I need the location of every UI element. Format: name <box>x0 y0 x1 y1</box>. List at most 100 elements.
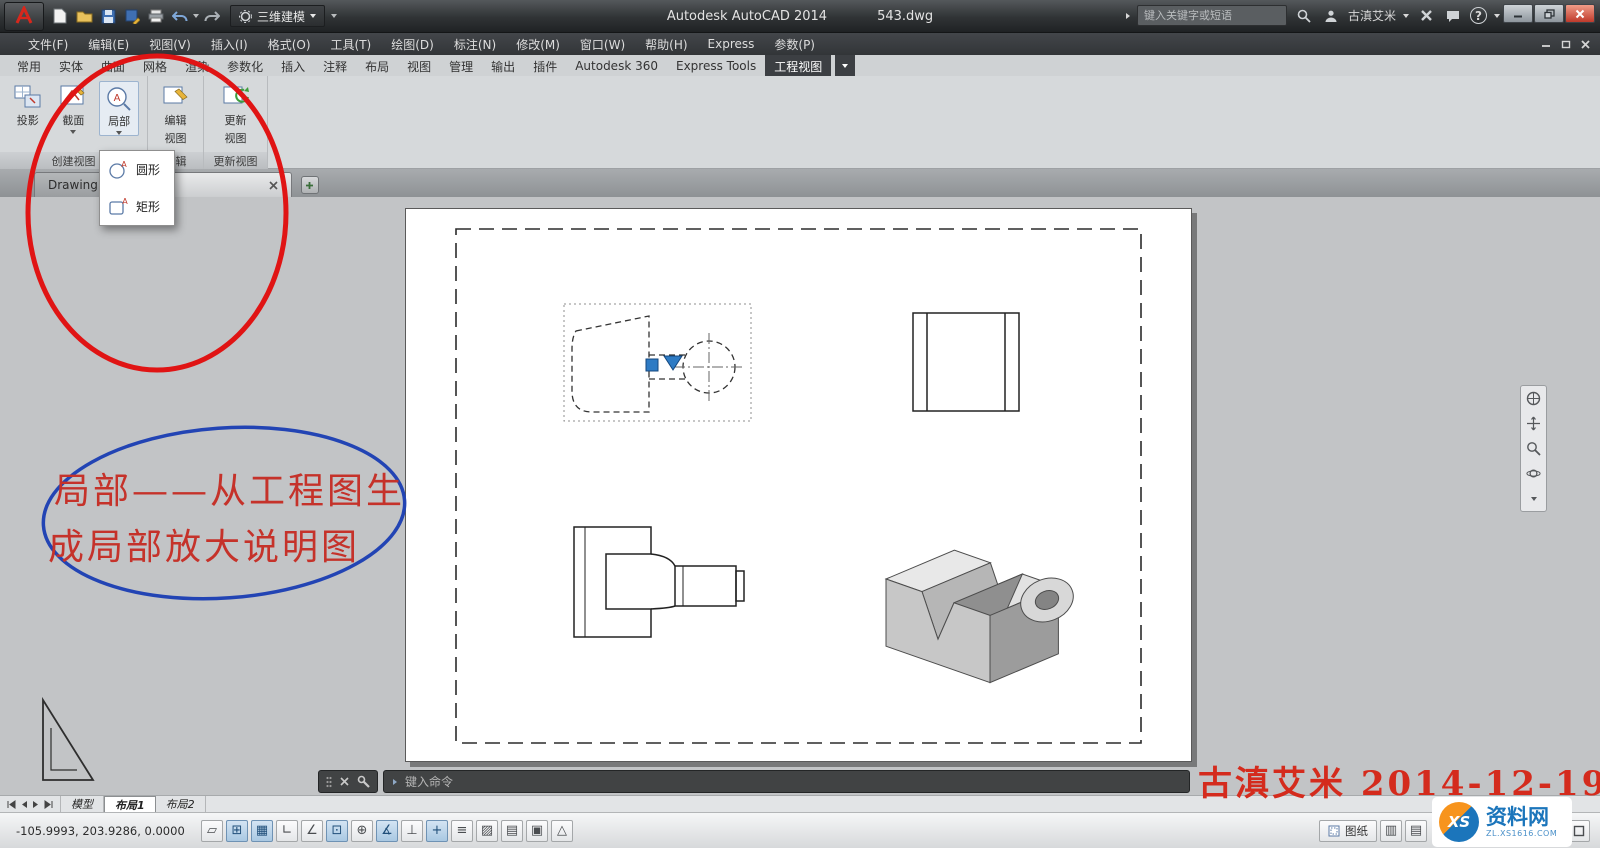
view-side[interactable] <box>574 527 744 637</box>
search-icon[interactable] <box>1294 6 1314 26</box>
undo-caret-icon[interactable] <box>193 14 199 18</box>
quick-view-layouts-button[interactable]: ▥ <box>1380 820 1402 842</box>
detail-circular-option[interactable]: A 圆形 <box>100 151 174 188</box>
new-drawing-tab-button[interactable] <box>301 176 319 194</box>
restore-button[interactable] <box>1534 4 1564 23</box>
new-file-icon[interactable] <box>49 5 71 27</box>
workspace-switcher[interactable]: 三维建模 <box>230 5 325 27</box>
sign-in-user-icon[interactable] <box>1321 6 1341 26</box>
view-top-selected[interactable] <box>564 304 751 421</box>
view-grip-square[interactable] <box>646 359 658 371</box>
paper-model-toggle[interactable]: 图纸 <box>1319 820 1377 842</box>
tab-autodesk360[interactable]: Autodesk 360 <box>566 55 667 76</box>
paper-sheet[interactable] <box>405 208 1192 762</box>
doc-close-icon[interactable] <box>1581 40 1590 49</box>
navbar-more-icon[interactable] <box>1524 489 1543 508</box>
menu-window[interactable]: 窗口(W) <box>570 33 635 55</box>
quick-properties-toggle[interactable]: ▤ <box>501 820 523 842</box>
last-layout-icon[interactable] <box>44 800 54 809</box>
command-close-icon[interactable] <box>340 777 349 786</box>
prev-layout-icon[interactable] <box>20 800 28 809</box>
snap-toggle[interactable]: ⊞ <box>226 820 248 842</box>
open-file-icon[interactable] <box>73 5 95 27</box>
tab-render[interactable]: 渲染 <box>176 55 218 76</box>
drawing-canvas[interactable]: 键入命令 <box>0 197 1600 795</box>
tab-close-icon[interactable] <box>269 181 278 190</box>
undo-icon[interactable] <box>169 5 191 27</box>
tab-solid[interactable]: 实体 <box>50 55 92 76</box>
object-snap-tracking-toggle[interactable]: ∡ <box>376 820 398 842</box>
update-view-button[interactable]: 更新 视图 <box>214 81 258 146</box>
plot-icon[interactable] <box>145 5 167 27</box>
steering-wheel-icon[interactable] <box>1524 389 1543 408</box>
minimize-button[interactable] <box>1503 4 1533 23</box>
search-input[interactable] <box>1137 5 1287 26</box>
annotation-monitor-toggle[interactable]: △ <box>551 820 573 842</box>
tab-output[interactable]: 输出 <box>482 55 524 76</box>
ortho-toggle[interactable]: ∟ <box>276 820 298 842</box>
doc-minimize-icon[interactable] <box>1541 40 1551 48</box>
menu-view[interactable]: 视图(V) <box>139 33 201 55</box>
help-icon[interactable]: ? <box>1470 7 1487 24</box>
tab-parametric[interactable]: 参数化 <box>218 55 272 76</box>
command-customize-wrench-icon[interactable] <box>357 775 370 788</box>
infer-constraints-toggle[interactable]: ▱ <box>201 820 223 842</box>
zoom-icon[interactable] <box>1524 439 1543 458</box>
transparency-toggle[interactable]: ▨ <box>476 820 498 842</box>
layout2-tab[interactable]: 布局2 <box>156 796 206 812</box>
tab-insert[interactable]: 插入 <box>272 55 314 76</box>
command-grip-icon[interactable] <box>326 776 332 788</box>
app-menu-button[interactable] <box>4 2 44 31</box>
doc-restore-icon[interactable] <box>1561 40 1571 49</box>
communication-center-icon[interactable] <box>1443 6 1463 26</box>
dynamic-ucs-toggle[interactable]: ⊥ <box>401 820 423 842</box>
help-caret-icon[interactable] <box>1494 14 1500 18</box>
tab-home[interactable]: 常用 <box>8 55 50 76</box>
ribbon-options-button[interactable] <box>835 55 855 76</box>
pan-icon[interactable] <box>1524 414 1543 433</box>
polar-tracking-toggle[interactable]: ∠ <box>301 820 323 842</box>
search-expand-icon[interactable] <box>1126 13 1130 19</box>
tab-surface[interactable]: 曲面 <box>92 55 134 76</box>
menu-express[interactable]: Express <box>698 33 765 55</box>
exchange-apps-icon[interactable] <box>1416 6 1436 26</box>
menu-file[interactable]: 文件(F) <box>18 33 78 55</box>
menu-modify[interactable]: 修改(M) <box>506 33 570 55</box>
user-menu-caret-icon[interactable] <box>1403 14 1409 18</box>
save-icon[interactable] <box>97 5 119 27</box>
user-name[interactable]: 古滇艾米 <box>1348 7 1396 24</box>
redo-icon[interactable] <box>201 5 223 27</box>
detail-view-button[interactable]: A 局部 <box>99 81 139 136</box>
osnap-toggle[interactable]: ⊡ <box>326 820 348 842</box>
menu-parametric[interactable]: 参数(P) <box>764 33 825 55</box>
next-layout-icon[interactable] <box>32 800 40 809</box>
layout1-tab[interactable]: 布局1 <box>104 796 156 812</box>
tab-express-tools[interactable]: Express Tools <box>667 55 765 76</box>
menu-format[interactable]: 格式(O) <box>258 33 321 55</box>
osnap-3d-toggle[interactable]: ⊕ <box>351 820 373 842</box>
orbit-icon[interactable] <box>1524 464 1543 483</box>
view-grip-triangle[interactable] <box>664 356 682 370</box>
tab-manage[interactable]: 管理 <box>440 55 482 76</box>
tab-view[interactable]: 视图 <box>398 55 440 76</box>
menu-edit[interactable]: 编辑(E) <box>78 33 139 55</box>
grid-toggle[interactable]: ▦ <box>251 820 273 842</box>
dynamic-input-toggle[interactable]: + <box>426 820 448 842</box>
section-view-button[interactable]: 截面 <box>54 81 94 134</box>
menu-insert[interactable]: 插入(I) <box>201 33 258 55</box>
qat-customize-icon[interactable] <box>331 14 337 18</box>
lineweight-toggle[interactable]: ≡ <box>451 820 473 842</box>
menu-dimension[interactable]: 标注(N) <box>444 33 506 55</box>
model-tab[interactable]: 模型 <box>61 796 104 812</box>
menu-tools[interactable]: 工具(T) <box>321 33 382 55</box>
tab-mesh[interactable]: 网格 <box>134 55 176 76</box>
tab-layout[interactable]: 布局 <box>356 55 398 76</box>
view-isometric[interactable] <box>886 550 1080 682</box>
menu-draw[interactable]: 绘图(D) <box>381 33 444 55</box>
panel-label-update-views[interactable]: 更新视图 <box>204 152 267 169</box>
detail-rectangular-option[interactable]: A 矩形 <box>100 188 174 225</box>
close-button[interactable] <box>1565 4 1595 23</box>
tab-engineering-views[interactable]: 工程视图 <box>765 55 831 76</box>
view-front[interactable] <box>913 313 1019 411</box>
menu-help[interactable]: 帮助(H) <box>635 33 697 55</box>
